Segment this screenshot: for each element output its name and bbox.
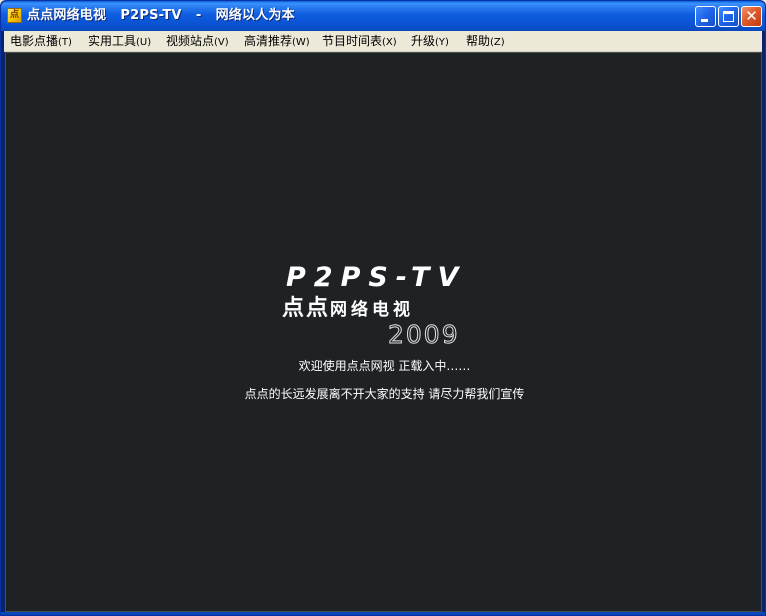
menu-label: 节目时间表 <box>322 34 383 48</box>
menu-shortcut: (V) <box>214 37 229 48</box>
close-button[interactable]: ✕ <box>741 6 762 27</box>
logo-english: P2PS-TV <box>286 262 467 293</box>
menu-shortcut: (Z) <box>490 37 505 48</box>
app-window: 点 点点网络电视 P2PS-TV - 网络以人为本 ✕ 电影点播(T) 实用工具… <box>0 0 766 616</box>
app-icon[interactable]: 点 <box>7 8 22 23</box>
minimize-icon <box>701 19 708 22</box>
menu-schedule[interactable]: 节目时间表(X) <box>322 31 397 51</box>
menu-hd-recommend[interactable]: 高清推荐(W) <box>244 31 310 51</box>
title-bar[interactable]: 点 点点网络电视 P2PS-TV - 网络以人为本 ✕ <box>1 1 765 31</box>
close-icon: ✕ <box>745 7 758 25</box>
menu-label: 帮助 <box>466 34 491 48</box>
logo-chinese-big: 点点 <box>282 296 331 321</box>
menu-label: 电影点播 <box>10 34 59 48</box>
menu-shortcut: (Y) <box>435 37 449 48</box>
minimize-button[interactable] <box>695 6 716 27</box>
maximize-icon <box>723 11 734 22</box>
menu-label: 升级 <box>411 34 436 48</box>
menu-shortcut: (X) <box>382 37 397 48</box>
menu-upgrade[interactable]: 升级(Y) <box>411 31 449 51</box>
menu-help[interactable]: 帮助(Z) <box>466 31 505 51</box>
menu-video-sites[interactable]: 视频站点(V) <box>166 31 229 51</box>
menu-tools[interactable]: 实用工具(U) <box>88 31 151 51</box>
menu-shortcut: (U) <box>136 37 152 48</box>
support-message: 点点的长远发展离不开大家的支持 请尽力帮我们宣传 <box>244 387 525 401</box>
logo-chinese-small: 网络电视 <box>330 300 415 320</box>
maximize-button[interactable] <box>718 6 739 27</box>
menu-label: 实用工具 <box>88 34 137 48</box>
loading-status: 欢迎使用点点网视 正载入中…… <box>298 359 471 373</box>
splash-area: P2PS-TV 点点网络电视 2009 欢迎使用点点网视 正载入中…… 点点的长… <box>5 52 762 612</box>
menu-shortcut: (W) <box>292 37 310 48</box>
menu-label: 视频站点 <box>166 34 215 48</box>
window-title: 点点网络电视 P2PS-TV - 网络以人为本 <box>27 8 295 23</box>
menu-bar: 电影点播(T) 实用工具(U) 视频站点(V) 高清推荐(W) 节目时间表(X)… <box>4 31 762 52</box>
logo-year: 2009 <box>388 320 460 349</box>
menu-label: 高清推荐 <box>244 34 293 48</box>
menu-shortcut: (T) <box>58 37 72 48</box>
window-frame-bottom <box>1 612 765 615</box>
menu-movie-on-demand[interactable]: 电影点播(T) <box>10 31 72 51</box>
